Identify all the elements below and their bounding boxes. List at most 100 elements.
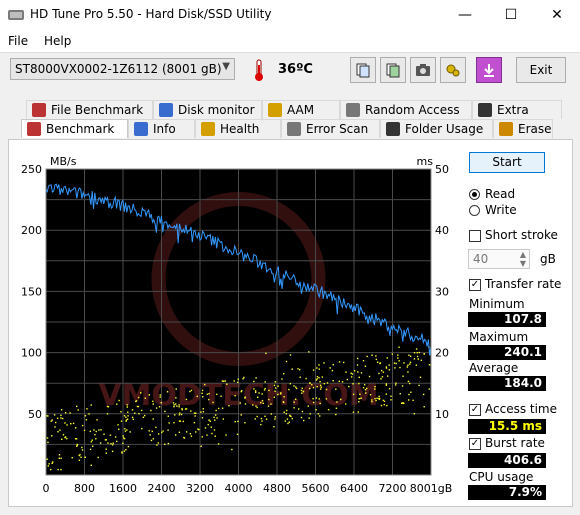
access-time-point (380, 378, 382, 380)
access-time-point (86, 408, 88, 410)
access-time-point (391, 353, 394, 355)
tab-random-access[interactable]: Random Access (340, 100, 472, 119)
close-button[interactable]: ✕ (534, 0, 580, 30)
tab-disk-monitor[interactable]: Disk monitor (153, 100, 262, 119)
access-time-point (208, 419, 210, 421)
tab-aam[interactable]: AAM (262, 100, 340, 119)
access-time-point (52, 461, 54, 463)
burst-rate-checkbox[interactable]: ✓ (469, 438, 481, 450)
access-time-point (135, 400, 137, 403)
access-time-point (270, 413, 272, 415)
minimize-button[interactable]: — (442, 0, 488, 30)
tab-extra-tests[interactable]: Extra tests (472, 100, 562, 136)
cpu-usage-value: 7.9% (468, 485, 546, 500)
drive-select[interactable]: ST8000VX0002-1Z6112 (8001 gB) ▼ (10, 58, 235, 80)
access-time-point (47, 441, 49, 444)
access-time-point (140, 392, 142, 394)
screenshot-button[interactable] (410, 57, 436, 83)
access-time-point (129, 431, 131, 433)
read-radio[interactable] (469, 189, 480, 200)
access-time-point (365, 387, 368, 390)
access-time-point (277, 393, 279, 396)
access-time-point (126, 406, 129, 408)
x-tick-label: 4800 (263, 482, 291, 495)
chevron-down-icon: ▼ (222, 61, 230, 72)
access-time-point (114, 436, 117, 438)
access-time-point (416, 352, 419, 354)
access-time-point (315, 379, 318, 381)
y-right-tick-label: 20 (435, 347, 449, 360)
access-time-point (319, 415, 321, 417)
write-radio[interactable] (469, 205, 480, 216)
access-time-point (176, 405, 178, 407)
access-time-point (124, 428, 126, 430)
tab-folder-usage[interactable]: Folder Usage (380, 119, 493, 138)
access-time-point (299, 376, 301, 378)
tab-benchmark[interactable]: Benchmark (21, 119, 128, 138)
tab-error-scan[interactable]: Error Scan (281, 119, 380, 138)
access-time-point (60, 409, 63, 411)
access-time-checkbox[interactable]: ✓ (469, 404, 481, 416)
access-time-point (76, 444, 79, 446)
benchmark-chart: VMODTECH.COM0 800 1600 2400 3200 4000 4800 5600… (21, 155, 452, 495)
access-time-point (242, 378, 244, 380)
tab-file-benchmark[interactable]: File Benchmark (26, 100, 153, 119)
access-time-point (57, 430, 59, 433)
access-time-point (236, 433, 239, 436)
access-time-point (368, 375, 371, 378)
access-time-point (258, 392, 260, 394)
start-button[interactable]: Start (469, 152, 545, 173)
access-time-point (267, 405, 270, 407)
tab-health[interactable]: Health (195, 119, 281, 138)
access-time-point (127, 415, 129, 417)
exit-button[interactable]: Exit (516, 57, 566, 83)
copy-info-button[interactable] (350, 57, 376, 83)
copy-all-button[interactable] (380, 57, 406, 83)
access-time-point (60, 414, 62, 417)
info-icon (134, 122, 148, 136)
access-time-point (90, 441, 93, 443)
access-time-point (201, 436, 203, 438)
access-time-point (352, 393, 355, 396)
access-time-point (260, 423, 262, 426)
access-time-point (283, 396, 285, 398)
access-time-point (415, 364, 418, 366)
access-time-point (381, 376, 384, 378)
menu-file[interactable]: File (8, 34, 28, 48)
options-button[interactable] (440, 57, 466, 83)
access-time-point (197, 428, 199, 430)
transfer-rate-checkbox[interactable]: ✓ (469, 279, 481, 291)
access-time-point (123, 450, 126, 452)
access-time-point (362, 387, 365, 389)
access-time-point (61, 417, 64, 420)
access-time-point (287, 422, 289, 425)
access-time-point (60, 457, 62, 460)
access-time-point (398, 346, 400, 348)
access-time-point (237, 420, 239, 423)
access-time-point (256, 406, 258, 409)
access-time-point (214, 419, 216, 421)
spinner-arrows-icon[interactable]: ▲ ▼ (520, 250, 526, 268)
tab-erase[interactable]: Erase (493, 119, 553, 138)
access-time-point (380, 404, 383, 407)
access-time-point (152, 438, 155, 440)
maximize-button[interactable]: ☐ (488, 0, 534, 30)
access-time-point (85, 419, 88, 421)
access-time-point (338, 380, 340, 383)
access-time-point (159, 396, 161, 398)
short-stroke-input[interactable]: 40 ▲ ▼ (468, 249, 530, 269)
access-time-point (211, 432, 213, 435)
access-time-point (274, 418, 276, 420)
menu-help[interactable]: Help (44, 34, 71, 48)
benchmark-icon (27, 122, 41, 136)
access-time-point (178, 414, 181, 416)
access-time-point (155, 407, 158, 409)
access-time-point (240, 390, 242, 393)
tab-info[interactable]: Info (128, 119, 195, 138)
access-time-point (383, 400, 386, 403)
access-time-point (327, 408, 330, 411)
access-time-point (401, 385, 404, 387)
save-button[interactable] (476, 57, 502, 83)
access-time-point (66, 424, 68, 426)
short-stroke-checkbox[interactable] (469, 230, 481, 242)
